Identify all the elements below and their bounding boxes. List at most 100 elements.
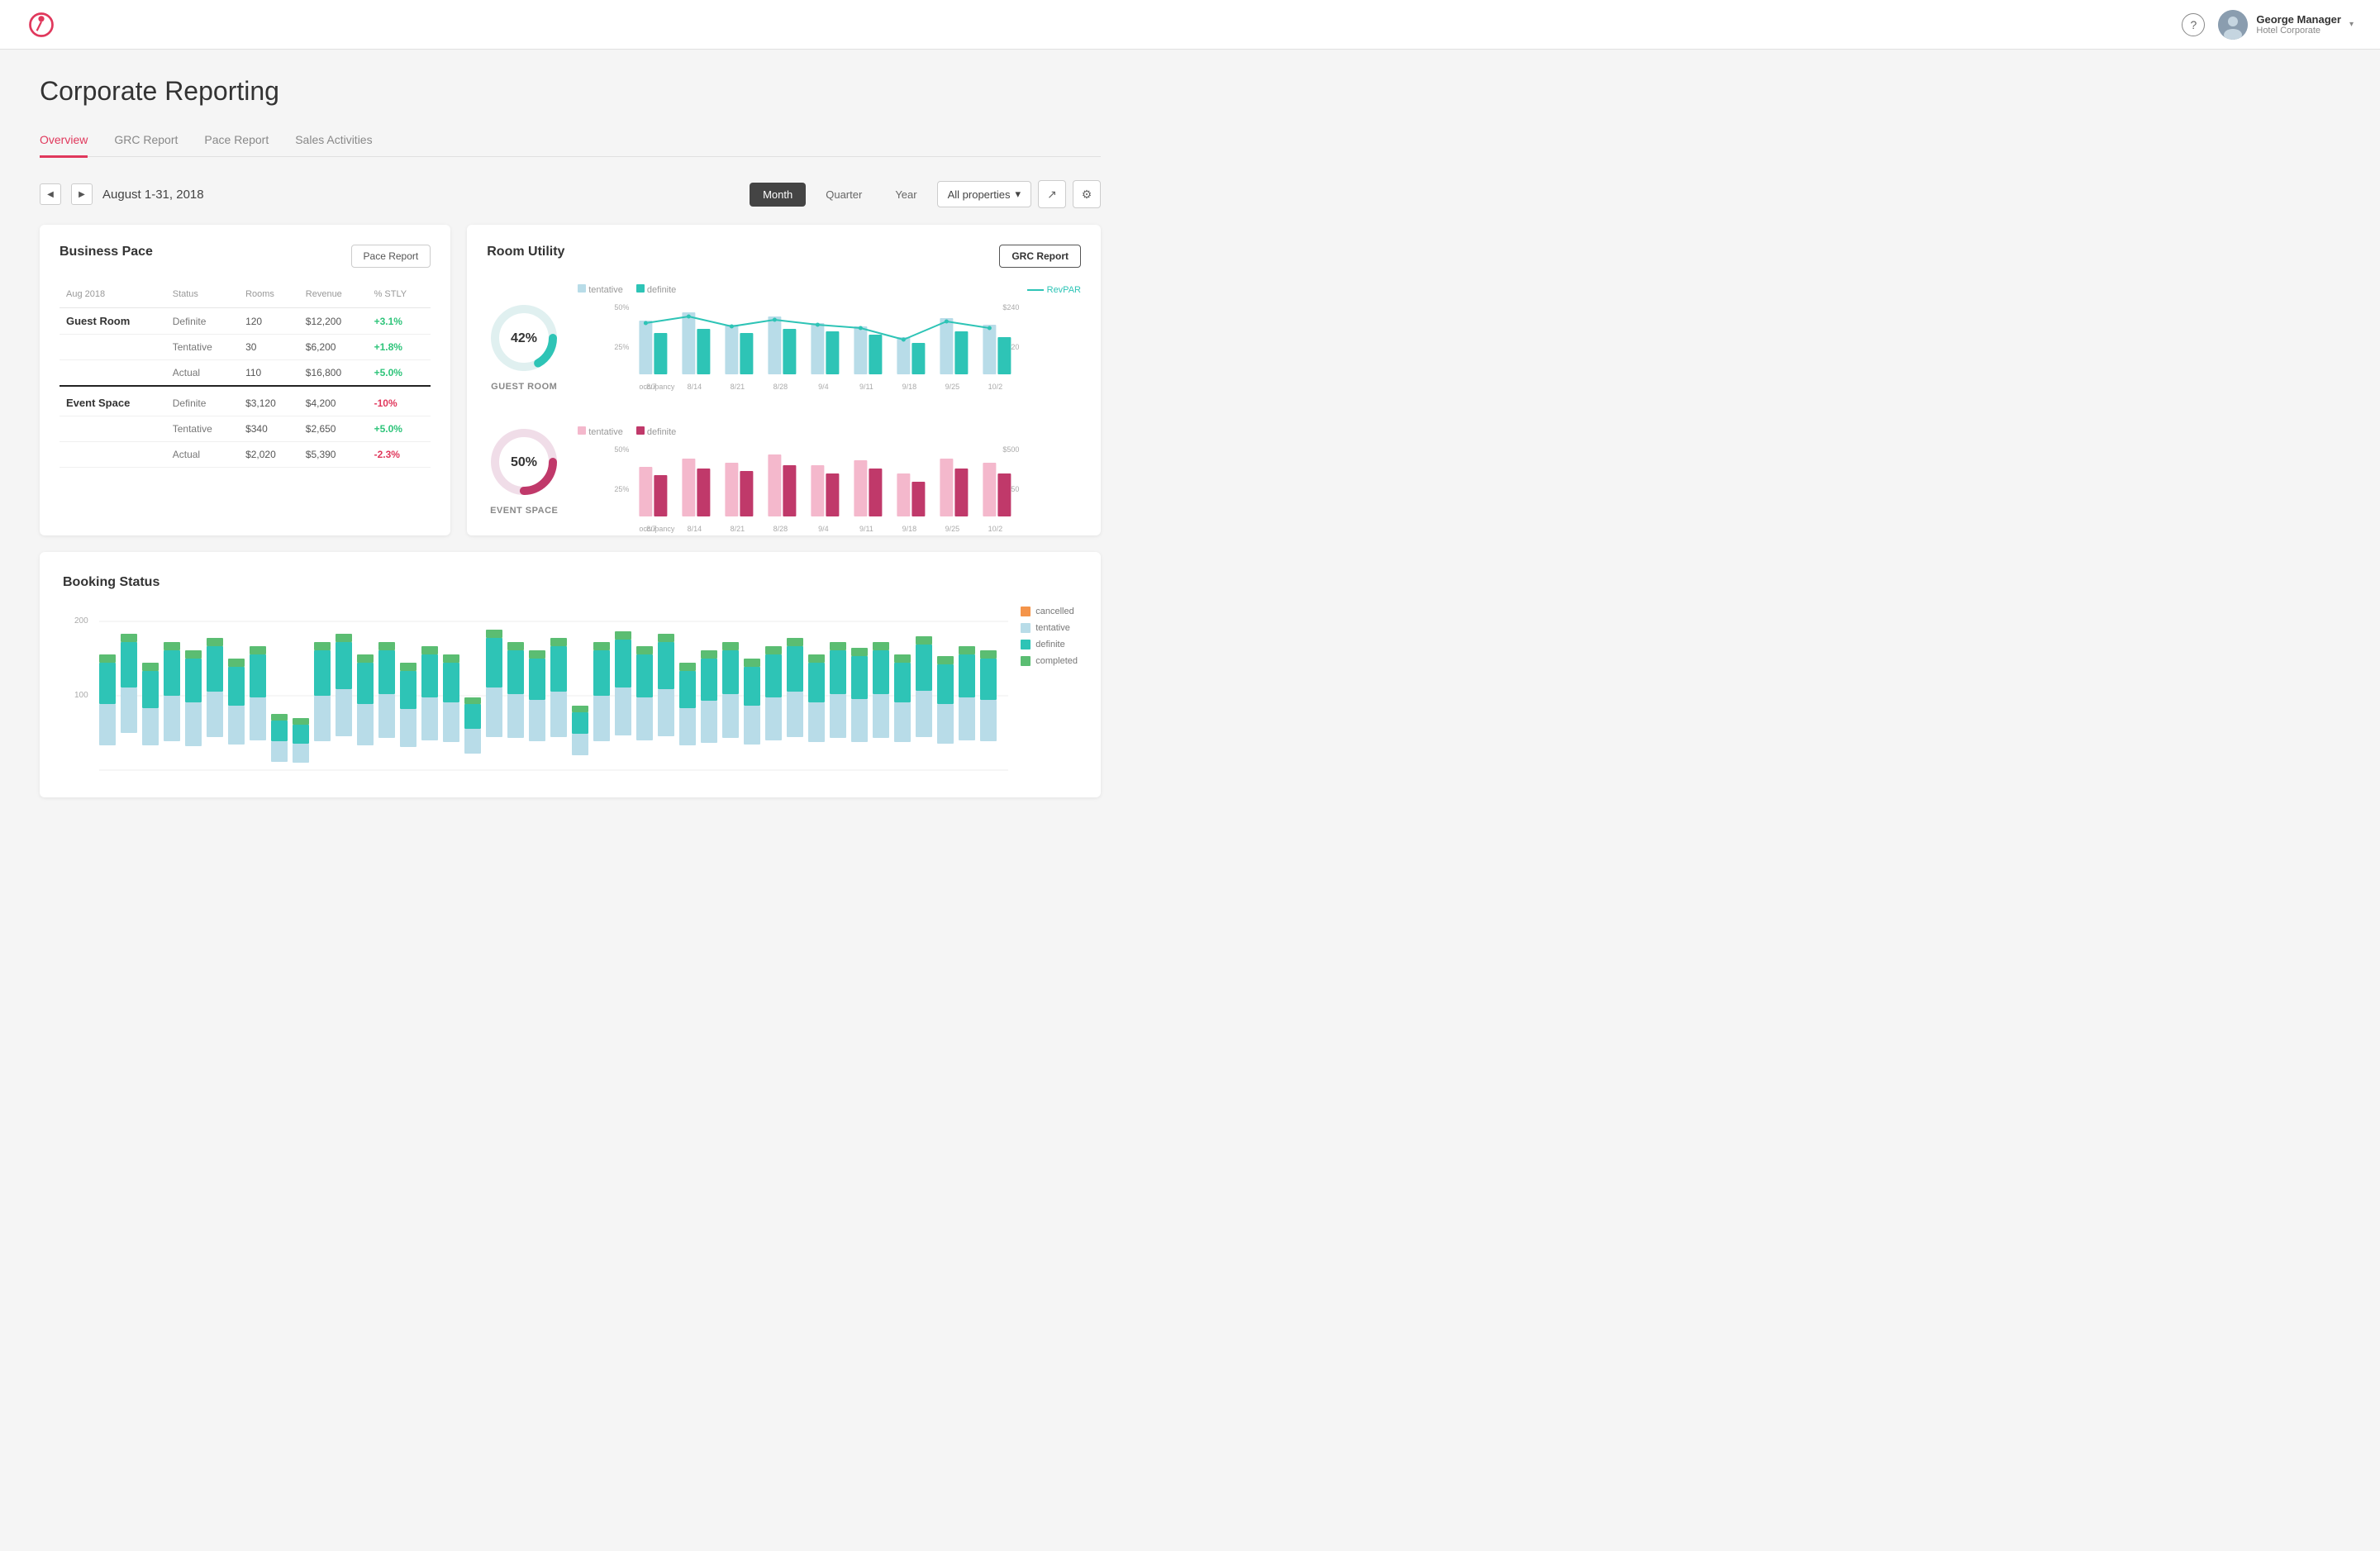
property-select-arrow: ▾ — [1015, 188, 1021, 201]
user-role: Hotel Corporate — [2256, 26, 2341, 36]
event-space-bar-chart: 50% 25% $500 $250 — [578, 442, 1081, 533]
svg-text:9/4: 9/4 — [818, 383, 829, 391]
help-button[interactable]: ? — [2182, 13, 2205, 36]
booking-status-chart: 200 100 — [63, 607, 1078, 772]
legend-definite: definite — [1021, 640, 1078, 649]
col-period: Aug 2018 — [60, 284, 166, 308]
legend-definite-label: definite — [1035, 640, 1064, 649]
svg-text:9/11: 9/11 — [859, 525, 873, 533]
business-pace-card: Business Pace Pace Report Aug 2018 Statu… — [40, 225, 450, 535]
tab-sales-activities[interactable]: Sales Activities — [295, 126, 372, 156]
svg-text:42%: 42% — [511, 331, 537, 345]
user-text: George Manager Hotel Corporate — [2256, 13, 2341, 36]
svg-text:10/2: 10/2 — [988, 525, 1003, 533]
avatar — [2218, 10, 2248, 40]
tabs: Overview GRC Report Pace Report Sales Ac… — [40, 126, 1101, 157]
guest-room-chart: tentative definite RevPAR 50% 25% $240 — [578, 284, 1081, 413]
donut-section: 42% GUEST ROOM 50% EVENT SPACE — [487, 284, 561, 555]
table-row: Tentative $340 $2,650 +5.0% — [60, 416, 431, 442]
legend-cancelled: cancelled — [1021, 607, 1078, 616]
guest-room-legend: tentative definite RevPAR — [578, 284, 1081, 295]
svg-text:8/14: 8/14 — [688, 383, 702, 391]
table-row: Event Space Definite $3,120 $4,200 -10% — [60, 386, 431, 416]
pace-table: Aug 2018 Status Rooms Revenue % STLY Gue… — [60, 284, 431, 468]
svg-text:200: 200 — [74, 616, 88, 626]
room-utility-title: Room Utility — [487, 245, 564, 259]
event-space-legend: tentative definite — [578, 426, 1081, 437]
event-space-chart: tentative definite 50% 25% $500 $250 — [578, 426, 1081, 555]
svg-text:$240: $240 — [1003, 303, 1020, 312]
svg-text:9/4: 9/4 — [818, 525, 829, 533]
year-button[interactable]: Year — [882, 183, 930, 207]
date-navigation: ◀ ▶ August 1-31, 2018 — [40, 183, 204, 205]
quarter-button[interactable]: Quarter — [812, 183, 875, 207]
legend-tentative-label: tentative — [1035, 623, 1070, 633]
business-pace-title: Business Pace — [60, 245, 153, 259]
property-select-label: All properties — [948, 188, 1011, 201]
svg-text:50%: 50% — [511, 455, 537, 469]
table-row: Actual 110 $16,800 +5.0% — [60, 360, 431, 387]
user-dropdown-arrow[interactable]: ▾ — [2349, 20, 2354, 29]
prev-period-button[interactable]: ◀ — [40, 183, 61, 205]
grc-report-button[interactable]: GRC Report — [999, 245, 1081, 268]
settings-button[interactable]: ⚙ — [1073, 180, 1101, 208]
user-name: George Manager — [2256, 13, 2341, 26]
event-space-donut: 50% EVENT SPACE — [487, 425, 561, 516]
guest-room-label: GUEST ROOM — [491, 382, 557, 392]
table-row: Tentative 30 $6,200 +1.8% — [60, 335, 431, 360]
guest-room-donut-svg: 42% — [487, 301, 561, 375]
section-name: Event Space — [60, 386, 166, 416]
booking-status-chart-container: 200 100 — [63, 607, 1078, 774]
col-status: Status — [166, 284, 239, 308]
svg-text:9/18: 9/18 — [902, 525, 917, 533]
svg-text:9/18: 9/18 — [902, 383, 917, 391]
svg-text:9/25: 9/25 — [945, 525, 960, 533]
user-menu[interactable]: George Manager Hotel Corporate ▾ — [2218, 10, 2354, 40]
tab-overview[interactable]: Overview — [40, 126, 88, 156]
event-space-donut-svg: 50% — [487, 425, 561, 499]
legend-cancelled-label: cancelled — [1035, 607, 1073, 616]
svg-text:occupancy: occupancy — [640, 383, 676, 391]
header: ? George Manager Hotel Corporate ▾ — [0, 0, 2380, 50]
date-range-label: August 1-31, 2018 — [102, 188, 204, 202]
main-content: Corporate Reporting Overview GRC Report … — [0, 50, 1140, 824]
logo-icon — [26, 10, 56, 40]
event-space-label: EVENT SPACE — [490, 506, 558, 516]
next-period-button[interactable]: ▶ — [71, 183, 93, 205]
header-right: ? George Manager Hotel Corporate ▾ — [2182, 10, 2354, 40]
table-row: Actual $2,020 $5,390 -2.3% — [60, 442, 431, 468]
svg-text:50%: 50% — [615, 303, 630, 312]
legend-completed: completed — [1021, 656, 1078, 666]
cards-row: Business Pace Pace Report Aug 2018 Statu… — [40, 225, 1101, 535]
tab-pace-report[interactable]: Pace Report — [204, 126, 269, 156]
room-utility-card: Room Utility GRC Report 42% GUEST ROOM — [467, 225, 1101, 535]
svg-text:8/14: 8/14 — [688, 525, 702, 533]
table-row: Guest Room Definite 120 $12,200 +3.1% — [60, 308, 431, 335]
booking-status-title: Booking Status — [63, 575, 159, 590]
tab-grc-report[interactable]: GRC Report — [114, 126, 178, 156]
business-pace-header: Business Pace Pace Report — [60, 245, 431, 268]
share-button[interactable]: ↗ — [1038, 180, 1066, 208]
svg-text:8/21: 8/21 — [731, 525, 745, 533]
col-stly: % STLY — [368, 284, 431, 308]
guest-room-bar-chart: 50% 25% $240 $120 — [578, 300, 1081, 391]
property-selector[interactable]: All properties ▾ — [937, 181, 1031, 207]
svg-text:8/28: 8/28 — [774, 383, 788, 391]
svg-text:occupancy: occupancy — [640, 525, 676, 533]
section-name: Guest Room — [60, 308, 166, 335]
pace-report-button[interactable]: Pace Report — [351, 245, 431, 268]
svg-text:25%: 25% — [615, 485, 630, 493]
room-utility-header: Room Utility GRC Report — [487, 245, 1081, 268]
svg-text:50%: 50% — [615, 445, 630, 454]
right-controls: Month Quarter Year All properties ▾ ↗ ⚙ — [750, 180, 1101, 208]
room-utility-content: 42% GUEST ROOM 50% EVENT SPACE — [487, 284, 1081, 555]
booking-legend: cancelled tentative definite completed — [1021, 607, 1078, 666]
svg-text:8/21: 8/21 — [731, 383, 745, 391]
svg-text:8/28: 8/28 — [774, 525, 788, 533]
month-button[interactable]: Month — [750, 183, 806, 207]
page-title: Corporate Reporting — [40, 76, 1101, 107]
col-rooms: Rooms — [239, 284, 299, 308]
col-revenue: Revenue — [299, 284, 368, 308]
guest-room-donut: 42% GUEST ROOM — [487, 301, 561, 392]
svg-text:9/25: 9/25 — [945, 383, 960, 391]
